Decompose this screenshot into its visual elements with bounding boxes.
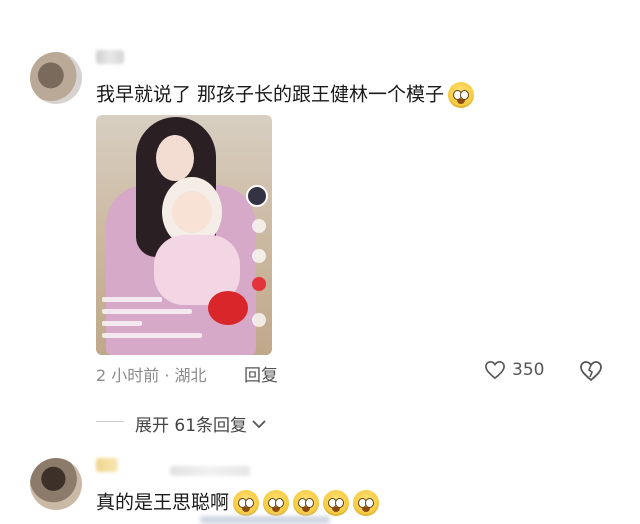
- flushed-face-icon: [293, 490, 320, 516]
- expand-replies-label: 展开 61条回复: [135, 416, 248, 436]
- commenter-avatar[interactable]: [30, 458, 82, 510]
- username-blurred[interactable]: [96, 458, 118, 472]
- flushed-face-icon: [233, 490, 260, 516]
- comment-attached-image[interactable]: [96, 115, 272, 355]
- video-author-avatar-icon: [246, 185, 268, 207]
- comment-1-body: 我早就说了 那孩子长的跟王健林一个模子: [96, 82, 475, 108]
- video-overlay-text: [102, 309, 192, 314]
- like-count: 350: [512, 360, 545, 380]
- favorite-icon: [252, 277, 266, 291]
- dislike-button[interactable]: [579, 360, 603, 386]
- next-line-blurred: [200, 516, 330, 524]
- like-heart-icon: [252, 219, 266, 233]
- comment-2-text: 真的是王思聪啊: [96, 491, 230, 514]
- comment-1-text: 我早就说了 那孩子长的跟王健林一个模子: [96, 83, 445, 106]
- like-button[interactable]: 350: [484, 360, 544, 380]
- flushed-face-icon: [263, 490, 290, 516]
- commenter-avatar[interactable]: [30, 52, 82, 104]
- video-overlay-text: [102, 321, 142, 326]
- comment-2-body: 真的是王思聪啊: [96, 490, 380, 516]
- flushed-face-icon: [323, 490, 350, 516]
- video-overlay-text: [102, 297, 162, 302]
- reply-divider: [96, 421, 124, 422]
- chevron-down-icon: [252, 419, 266, 428]
- flushed-face-icon: [353, 490, 380, 516]
- reply-button[interactable]: 回复: [244, 361, 278, 386]
- comment-icon: [252, 249, 266, 263]
- video-overlay-text: [102, 333, 202, 338]
- broken-heart-icon: [580, 361, 602, 382]
- heart-outline-icon: [485, 360, 505, 380]
- username-blurred[interactable]: [96, 50, 124, 64]
- expand-replies-button[interactable]: 展开 61条回复: [135, 411, 267, 436]
- astonished-face-icon: [448, 82, 475, 108]
- share-icon: [252, 313, 266, 327]
- user-badge-blurred: [170, 466, 250, 476]
- comment-time-location: 2 小时前 · 湖北: [96, 366, 207, 385]
